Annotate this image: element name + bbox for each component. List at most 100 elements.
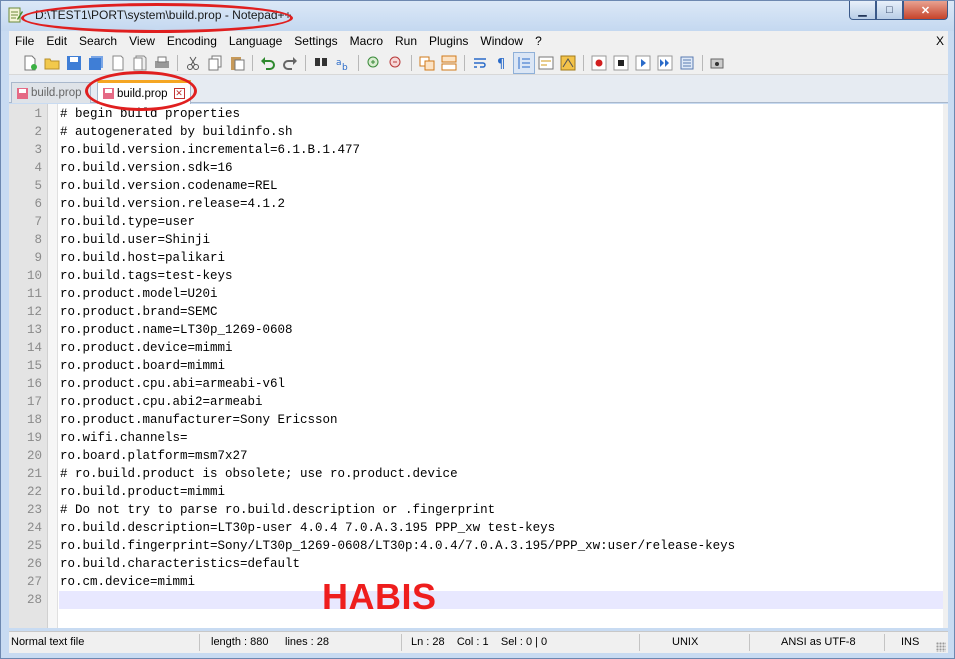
code-line[interactable]: 8 ro.build.user=Shinji [9, 231, 948, 249]
sync-horizontal-icon [441, 55, 457, 70]
menu-edit[interactable]: Edit [40, 31, 73, 51]
indent-guide-button[interactable] [513, 51, 535, 74]
menu-language[interactable]: Language [223, 31, 288, 51]
user-lang-button[interactable] [535, 52, 557, 74]
code-line[interactable]: 27 ro.cm.device=mimmi [9, 573, 948, 591]
indent-guide-icon [518, 56, 530, 69]
line-number: 8 [34, 233, 42, 247]
code-line[interactable]: 9 ro.build.host=palikari [9, 249, 948, 267]
menu-window[interactable]: Window [474, 31, 529, 51]
close-document-button[interactable]: X [936, 31, 944, 51]
code-line[interactable]: 10 ro.build.tags=test-keys [9, 267, 948, 285]
print-button[interactable] [151, 52, 173, 74]
code-line[interactable]: 14 ro.product.device=mimmi [9, 339, 948, 357]
maximize-button[interactable]: □ [876, 1, 903, 20]
toolbar: ab ¶ [9, 51, 948, 75]
stop-record-button[interactable] [610, 52, 632, 74]
save-button[interactable] [63, 52, 85, 74]
open-file-button[interactable] [41, 52, 63, 74]
save-all-button[interactable] [85, 52, 107, 74]
line-number: 23 [26, 503, 42, 517]
line-number: 7 [34, 215, 42, 229]
line-text: ro.build.fingerprint=Sony/LT30p_1269-060… [60, 539, 736, 553]
unsaved-file-icon [17, 87, 28, 99]
tab-build-prop-2[interactable]: build.prop ✕ [97, 80, 191, 104]
close-tab-icon[interactable]: ✕ [173, 88, 185, 99]
zoom-in-button[interactable] [363, 52, 385, 74]
menu-macro[interactable]: Macro [344, 31, 389, 51]
close-window-button[interactable]: ✕ [903, 1, 948, 20]
code-line[interactable]: 1 # begin build properties [9, 105, 948, 123]
code-line[interactable]: 2 # autogenerated by buildinfo.sh [9, 123, 948, 141]
record-macro-button[interactable] [588, 52, 610, 74]
menu-encoding[interactable]: Encoding [161, 31, 223, 51]
save-icon [67, 55, 81, 70]
title-bar[interactable]: D:\TEST1\PORT\system\build.prop - Notepa… [1, 1, 954, 31]
save-all-icon [89, 55, 103, 70]
close-file-button[interactable] [107, 52, 129, 74]
code-line[interactable]: 26 ro.build.characteristics=default [9, 555, 948, 573]
menu-file[interactable]: File [9, 31, 40, 51]
menu-plugins[interactable]: Plugins [423, 31, 474, 51]
code-line[interactable]: 16 ro.product.cpu.abi=armeabi-v6l [9, 375, 948, 393]
code-line[interactable]: 28 [9, 591, 948, 609]
code-line[interactable]: 4 ro.build.version.sdk=16 [9, 159, 948, 177]
code-line[interactable]: 21 # ro.build.product is obsolete; use ro… [9, 465, 948, 483]
code-line[interactable]: 12 ro.product.brand=SEMC [9, 303, 948, 321]
play-macro-button[interactable] [632, 52, 654, 74]
cut-button[interactable] [182, 52, 204, 74]
new-file-button[interactable] [19, 52, 41, 74]
line-text: ro.product.cpu.abi=armeabi-v6l [60, 377, 286, 391]
paste-button[interactable] [226, 52, 248, 74]
spell-check-button[interactable] [707, 52, 729, 74]
word-wrap-button[interactable] [469, 52, 491, 74]
zoom-out-button[interactable] [385, 52, 407, 74]
minimize-button[interactable]: ▁ [849, 1, 876, 20]
line-text: ro.build.version.release=4.1.2 [60, 197, 286, 211]
replace-button[interactable]: ab [332, 52, 354, 74]
code-line[interactable]: 19 ro.wifi.channels= [9, 429, 948, 447]
redo-button[interactable] [279, 52, 301, 74]
menu-search[interactable]: Search [73, 31, 123, 51]
code-line[interactable]: 22 ro.build.product=mimmi [9, 483, 948, 501]
code-line[interactable]: 20 ro.board.platform=msm7x27 [9, 447, 948, 465]
line-text: ro.product.name=LT30p_1269-0608 [60, 323, 293, 337]
run-macro-multiple-button[interactable] [654, 52, 676, 74]
code-line[interactable]: 11 ro.product.model=U20i [9, 285, 948, 303]
text-editor[interactable]: 1 # begin build properties 2 # autogenerate… [9, 104, 948, 628]
line-number: 17 [26, 395, 42, 409]
close-all-button[interactable] [129, 52, 151, 74]
code-line[interactable]: 6 ro.build.version.release=4.1.2 [9, 195, 948, 213]
code-line[interactable]: 17 ro.product.cpu.abi2=armeabi [9, 393, 948, 411]
code-line[interactable]: 25 ro.build.fingerprint=Sony/LT30p_1269-0… [9, 537, 948, 555]
undo-button[interactable] [257, 52, 279, 74]
code-line[interactable]: 7 ro.build.type=user [9, 213, 948, 231]
menu-settings[interactable]: Settings [288, 31, 343, 51]
maximize-icon: □ [886, 4, 893, 16]
code-line[interactable]: 23 # Do not try to parse ro.build.descrip… [9, 501, 948, 519]
save-macro-button[interactable] [676, 52, 698, 74]
line-text: ro.build.characteristics=default [60, 557, 301, 571]
doc-map-button[interactable] [557, 52, 579, 74]
resize-grip[interactable] [936, 642, 946, 652]
show-all-chars-button[interactable]: ¶ [491, 52, 513, 74]
code-line[interactable]: 3 ro.build.version.incremental=6.1.B.1.47… [9, 141, 948, 159]
code-line[interactable]: 15 ro.product.board=mimmi [9, 357, 948, 375]
line-number: 26 [26, 557, 42, 571]
menu-help[interactable]: ? [529, 31, 548, 51]
find-button[interactable] [310, 52, 332, 74]
menu-view[interactable]: View [123, 31, 161, 51]
code-line[interactable]: 18 ro.product.manufacturer=Sony Ericsson [9, 411, 948, 429]
line-number: 1 [34, 107, 42, 121]
line-number: 5 [34, 179, 42, 193]
record-macro-icon [591, 55, 607, 70]
new-file-icon [24, 55, 37, 70]
copy-button[interactable] [204, 52, 226, 74]
tab-build-prop-1[interactable]: build.prop [11, 82, 91, 103]
code-line[interactable]: 24 ro.build.description=LT30p-user 4.0.4 … [9, 519, 948, 537]
sync-horizontal-button[interactable] [438, 52, 460, 74]
menu-run[interactable]: Run [389, 31, 423, 51]
code-line[interactable]: 13 ro.product.name=LT30p_1269-0608 [9, 321, 948, 339]
sync-vertical-button[interactable] [416, 52, 438, 74]
code-line[interactable]: 5 ro.build.version.codename=REL [9, 177, 948, 195]
